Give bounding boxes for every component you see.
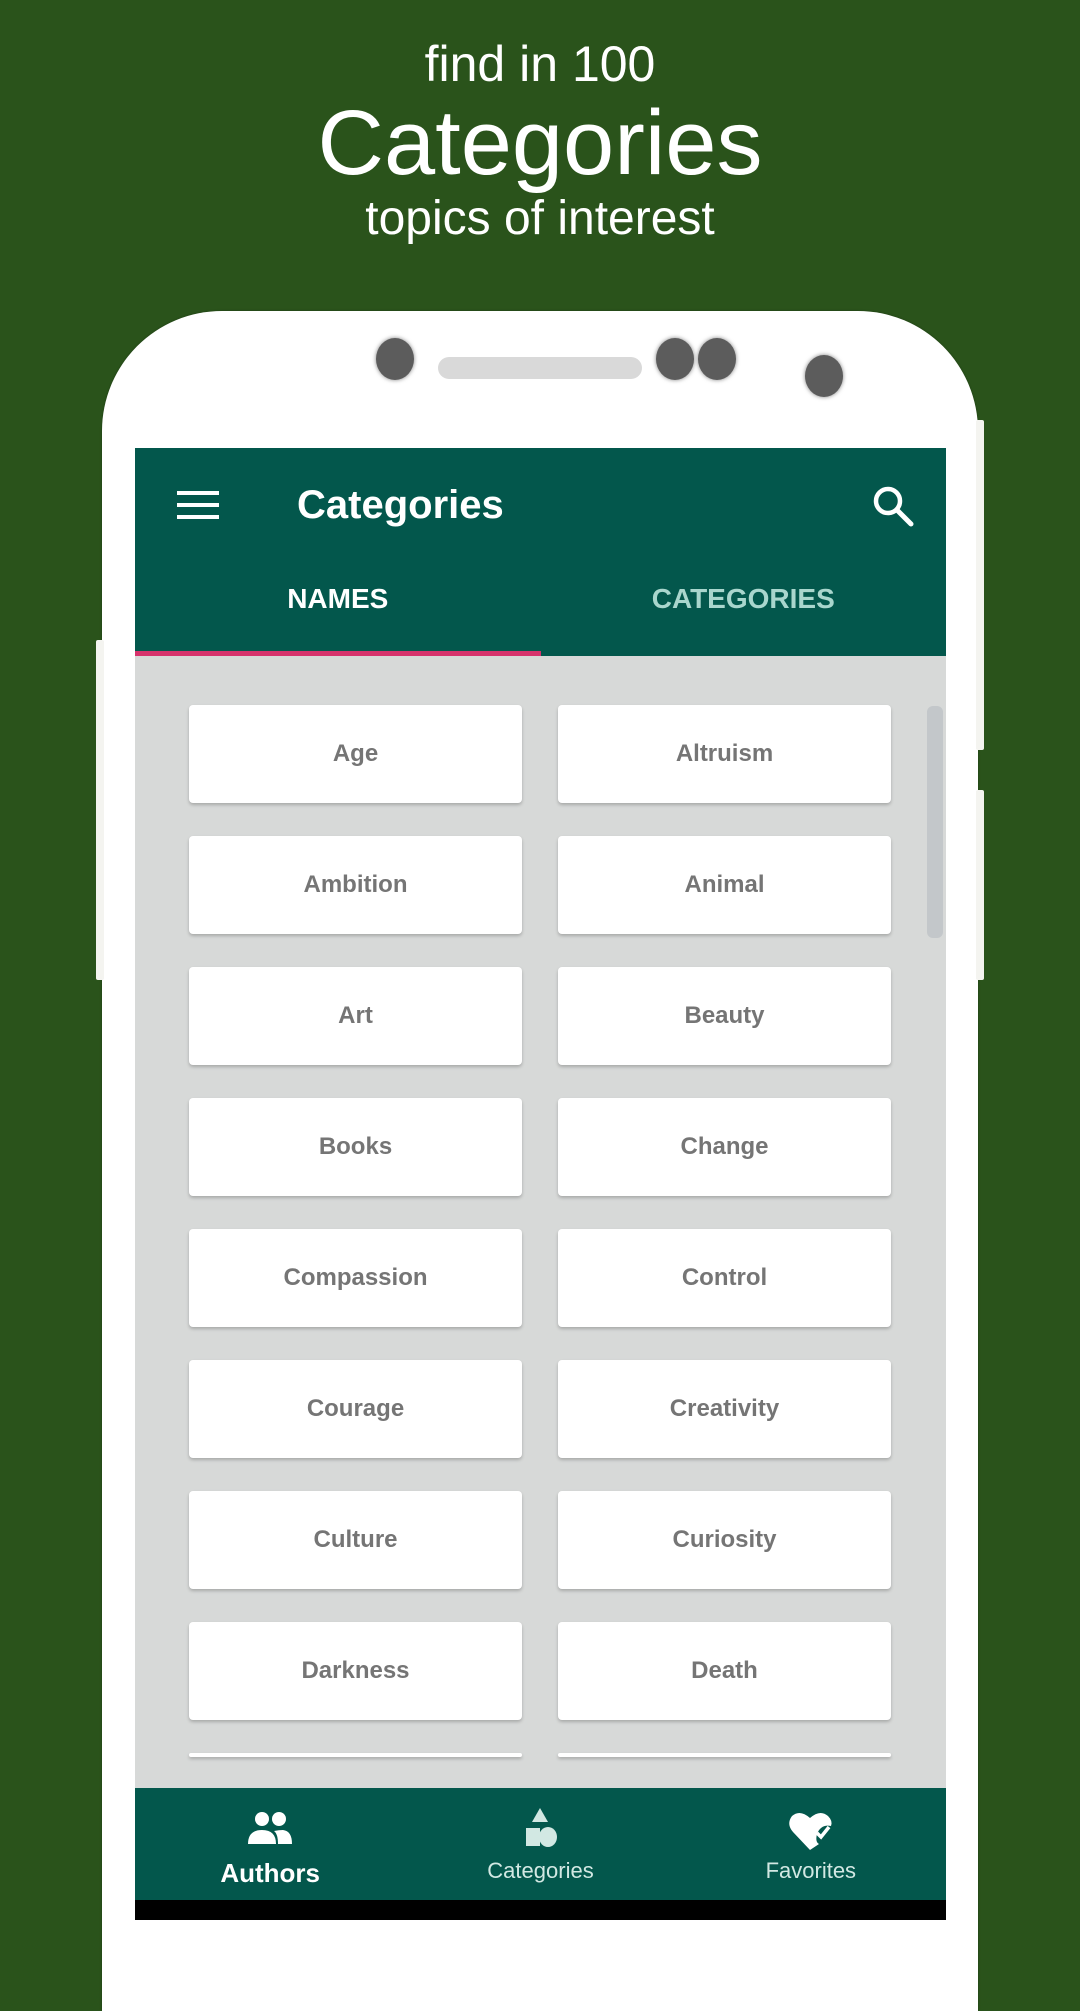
nav-label: Categories (487, 1858, 594, 1883)
nav-authors[interactable]: Authors (135, 1788, 405, 1900)
phone-side-button (976, 420, 984, 750)
category-card[interactable]: Curiosity (558, 1491, 891, 1589)
system-nav-bar (135, 1900, 946, 1920)
scrollbar-thumb[interactable] (927, 706, 943, 938)
promo-title: Categories (317, 92, 763, 194)
category-card-partial[interactable] (189, 1753, 522, 1757)
people-icon (248, 1812, 293, 1844)
category-card[interactable]: Compassion (189, 1229, 522, 1327)
hamburger-menu-icon[interactable] (177, 491, 219, 521)
category-card[interactable]: Change (558, 1098, 891, 1196)
category-card-partial[interactable] (558, 1753, 891, 1757)
tab-bar: NAMES CATEGORIES (135, 568, 946, 656)
category-card[interactable]: Beauty (558, 967, 891, 1065)
nav-favorites[interactable]: Favorites (676, 1788, 946, 1900)
phone-side-button (96, 640, 104, 980)
category-card[interactable]: Animal (558, 836, 891, 934)
shapes-icon (526, 1808, 558, 1847)
nav-label: Authors (220, 1858, 320, 1888)
heart-check-icon (789, 1812, 832, 1850)
nav-label: Favorites (765, 1858, 857, 1883)
category-card[interactable]: Culture (189, 1491, 522, 1589)
promo-tagline: topics of interest (365, 192, 715, 245)
phone-sensor (656, 338, 694, 380)
category-card[interactable]: Altruism (558, 705, 891, 803)
phone-camera (805, 355, 843, 397)
category-card[interactable]: Control (558, 1229, 891, 1327)
app-bar: Categories NAMES CATEGORIES (135, 448, 946, 656)
category-card[interactable]: Death (558, 1622, 891, 1720)
category-card[interactable]: Age (189, 705, 522, 803)
category-card[interactable]: Books (189, 1098, 522, 1196)
category-card[interactable]: Creativity (558, 1360, 891, 1458)
nav-categories[interactable]: Categories (405, 1788, 675, 1900)
phone-side-button (976, 790, 984, 980)
tab-names[interactable]: NAMES (135, 568, 541, 656)
category-card[interactable]: Art (189, 967, 522, 1065)
phone-sensor (698, 338, 736, 380)
page-title: Categories (297, 483, 504, 527)
bottom-navigation: Authors Categories Favorites (135, 1788, 946, 1900)
phone-speaker (438, 357, 642, 379)
category-card[interactable]: Darkness (189, 1622, 522, 1720)
category-card[interactable]: Courage (189, 1360, 522, 1458)
app-screen: Categories NAMES CATEGORIES Age Altruism A… (135, 448, 946, 1920)
category-card[interactable]: Ambition (189, 836, 522, 934)
promo-subtitle: find in 100 (424, 36, 656, 92)
phone-sensor (376, 338, 414, 380)
tab-categories[interactable]: CATEGORIES (541, 568, 947, 656)
search-icon[interactable] (869, 482, 917, 530)
